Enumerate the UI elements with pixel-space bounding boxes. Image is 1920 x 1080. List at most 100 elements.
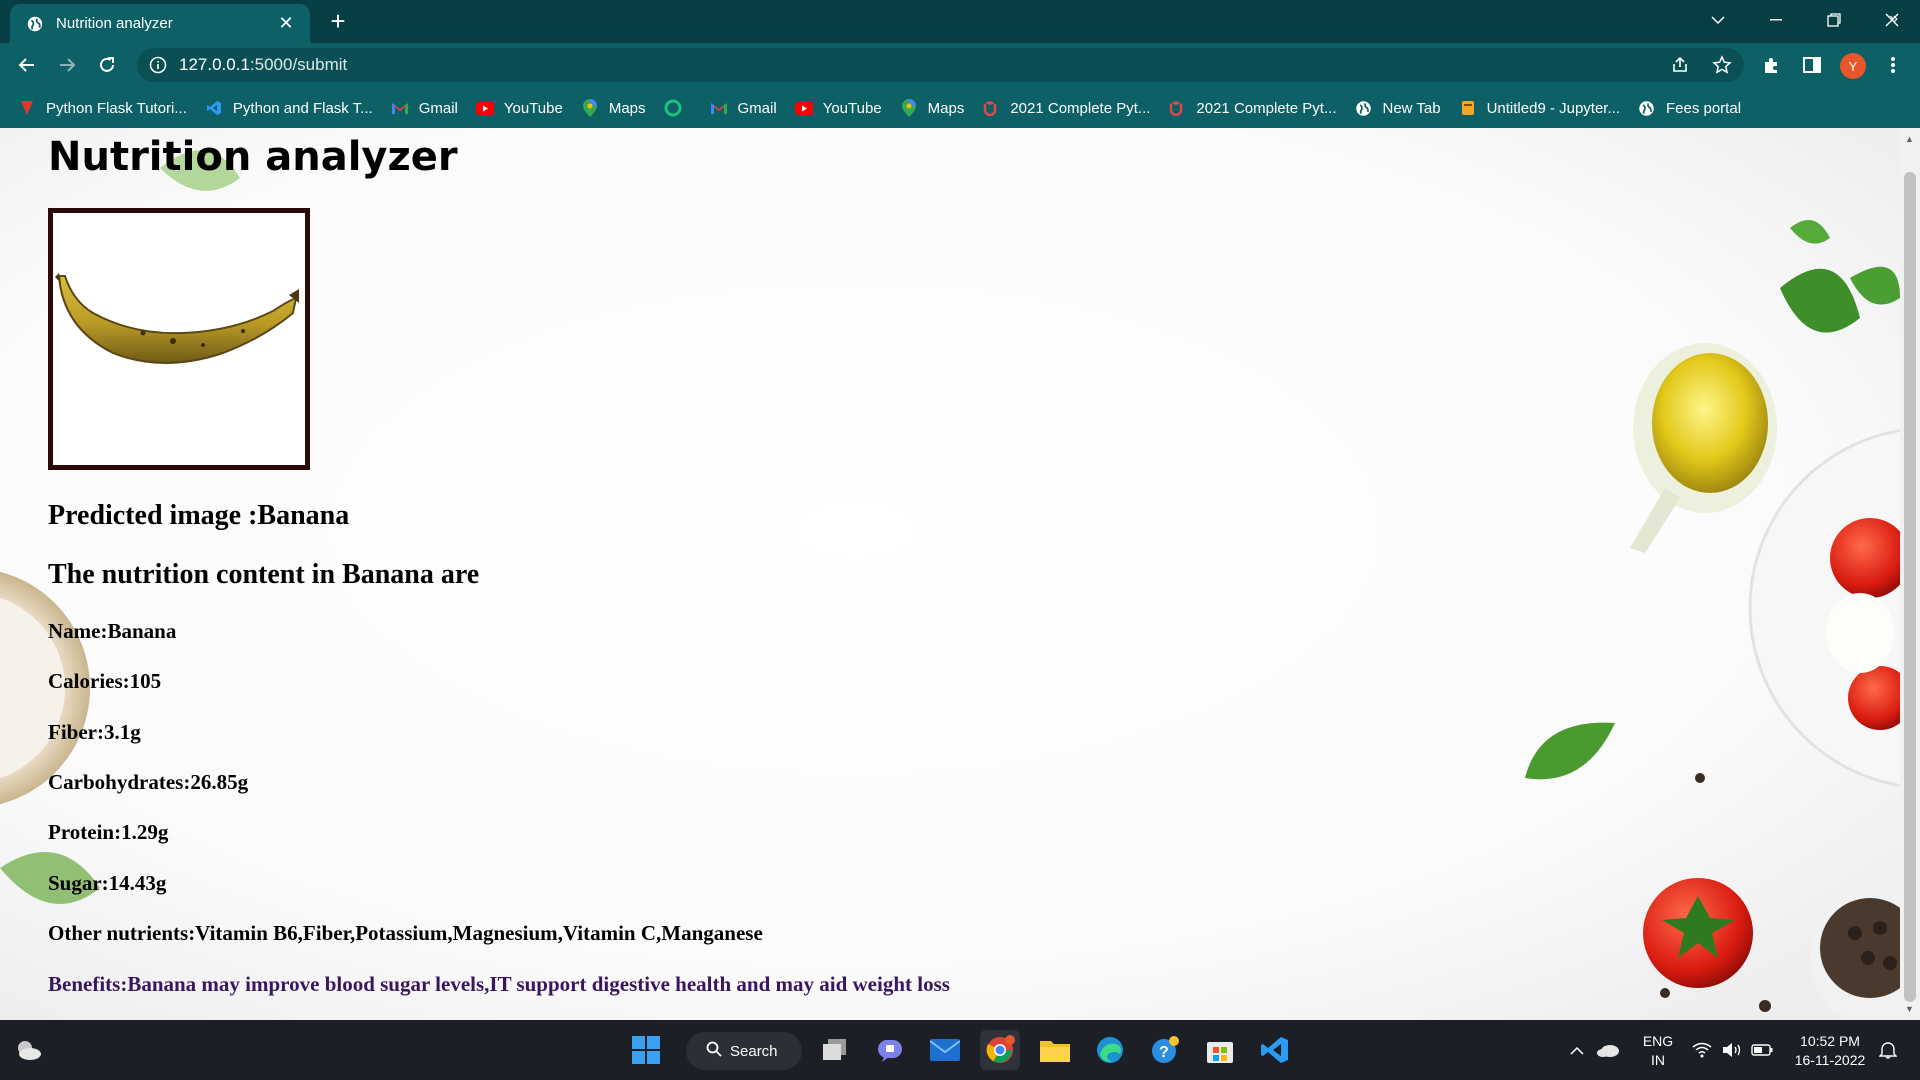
- profile-avatar[interactable]: Y: [1840, 53, 1866, 79]
- bookmark-label: YouTube: [822, 99, 882, 117]
- restore-button[interactable]: [1806, 0, 1862, 40]
- edge-icon[interactable]: [1090, 1030, 1130, 1070]
- youtube-icon: [794, 99, 813, 117]
- menu-kebab-icon[interactable]: [1879, 51, 1907, 79]
- reload-button[interactable]: [91, 49, 123, 81]
- region-label: IN: [1651, 1052, 1665, 1068]
- banana-image: [55, 273, 299, 364]
- globe-icon: [1354, 99, 1372, 117]
- flask-tutorial-icon: [18, 99, 36, 117]
- bookmark-label: 2021 Complete Pyt...: [1196, 99, 1337, 117]
- bookmark-item[interactable]: Maps: [581, 99, 646, 117]
- bookmark-item[interactable]: Python and Flask T...: [205, 99, 373, 117]
- bookmark-item[interactable]: YouTube: [475, 99, 563, 117]
- nutrient-name: Name:Banana: [48, 619, 177, 643]
- bookmark-label: New Tab: [1382, 99, 1441, 117]
- windows-taskbar: Search ? ENG IN 10:52 PM 16-11-2022: [0, 1020, 1920, 1080]
- vscode-icon: [205, 99, 223, 117]
- page-title: Nutrition analyzer: [48, 134, 458, 180]
- teams-chat-icon[interactable]: [870, 1030, 910, 1070]
- language-indicator[interactable]: ENG IN: [1636, 1032, 1680, 1070]
- bookmark-item[interactable]: Python Flask Tutori...: [18, 99, 187, 117]
- bookmark-item[interactable]: YouTube: [794, 99, 882, 117]
- bookmark-item[interactable]: [664, 99, 692, 117]
- forward-button[interactable]: [51, 49, 83, 81]
- nutrient-fiber: Fiber:3.1g: [48, 720, 141, 744]
- vscode-icon[interactable]: [1255, 1030, 1295, 1070]
- page-scrollbar[interactable]: ▲ ▼: [1900, 128, 1920, 1020]
- address-bar[interactable]: 127.0.0.1:5000/submit: [137, 48, 1744, 82]
- wifi-icon[interactable]: [1688, 1030, 1716, 1070]
- windows-start-icon[interactable]: [626, 1030, 666, 1070]
- file-explorer-icon[interactable]: [1035, 1030, 1075, 1070]
- tab-nutrition-analyzer[interactable]: Nutrition analyzer ✕: [10, 4, 310, 43]
- chrome-taskbar-icon[interactable]: [980, 1030, 1020, 1070]
- bookmark-item[interactable]: 2021 Complete Pyt...: [1168, 99, 1336, 117]
- bookmarks-bar: Python Flask Tutori... Python and Flask T…: [0, 88, 1920, 128]
- benefits-text: Benefits:Banana may improve blood sugar …: [48, 972, 950, 996]
- bookmark-star-icon[interactable]: [1708, 51, 1736, 79]
- language-label: ENG: [1642, 1033, 1674, 1049]
- tab-title: Nutrition analyzer: [56, 15, 173, 32]
- taskbar-search[interactable]: Search: [686, 1032, 802, 1070]
- bookmark-label: Python and Flask T...: [232, 99, 373, 117]
- new-tab-button[interactable]: +: [323, 6, 353, 36]
- minimize-button[interactable]: [1748, 0, 1804, 40]
- tray-chevron-up-icon[interactable]: [1565, 1030, 1589, 1070]
- bookmark-item[interactable]: 2021 Complete Pyt...: [982, 99, 1150, 117]
- globe-icon: [27, 16, 43, 31]
- extensions-puzzle-icon[interactable]: [1758, 51, 1786, 79]
- share-icon[interactable]: [1666, 51, 1694, 79]
- bookmark-item[interactable]: Fees portal: [1638, 99, 1741, 117]
- bookmark-item[interactable]: Gmail: [391, 99, 458, 117]
- scrollbar-thumb[interactable]: [1904, 172, 1916, 1002]
- arrow-left-icon: [18, 58, 34, 72]
- maps-icon: [900, 99, 918, 117]
- youtube-icon: [475, 99, 494, 117]
- bookmark-label: Maps: [927, 99, 965, 117]
- mail-icon[interactable]: [925, 1030, 965, 1070]
- udemy-icon: [982, 99, 1000, 117]
- browser-toolbar: 127.0.0.1:5000/submit Y: [0, 43, 1920, 88]
- search-icon: [706, 1041, 722, 1061]
- onedrive-icon[interactable]: [1592, 1030, 1624, 1070]
- green-circle-icon: [664, 99, 682, 117]
- volume-icon[interactable]: [1718, 1030, 1746, 1070]
- nutrient-sugar: Sugar:14.43g: [48, 871, 167, 895]
- nutrient-calories: Calories:105: [48, 669, 162, 693]
- udemy-icon: [1168, 99, 1186, 117]
- gmail-icon: [391, 99, 409, 117]
- bookmark-item[interactable]: Gmail: [710, 99, 777, 117]
- scroll-up-arrow-icon[interactable]: ▲: [1905, 134, 1914, 144]
- bookmarks-overflow-icon[interactable]: »: [1889, 10, 1898, 28]
- task-view-icon[interactable]: [815, 1030, 855, 1070]
- microsoft-store-icon[interactable]: [1200, 1030, 1240, 1070]
- weather-widget-icon[interactable]: [8, 1030, 48, 1070]
- reload-icon: [100, 57, 114, 72]
- get-help-icon[interactable]: ?: [1145, 1030, 1185, 1070]
- clock[interactable]: 10:52 PM 16-11-2022: [1790, 1032, 1870, 1070]
- page-viewport: Nutrition analyzer Predicted image:Bana…: [0, 128, 1900, 1020]
- battery-icon[interactable]: [1748, 1030, 1776, 1070]
- back-button[interactable]: [11, 49, 43, 81]
- globe-icon: [1638, 99, 1656, 117]
- bookmark-item[interactable]: Untitled9 - Jupyter...: [1459, 99, 1620, 117]
- bookmark-label: Fees portal: [1665, 99, 1742, 117]
- bookmark-label: 2021 Complete Pyt...: [1010, 99, 1151, 117]
- scroll-down-arrow-icon[interactable]: ▼: [1905, 1004, 1914, 1014]
- search-label: Search: [730, 1042, 778, 1060]
- notifications-icon[interactable]: [1872, 1030, 1904, 1070]
- bookmark-item[interactable]: Maps: [900, 99, 965, 117]
- tab-close-icon[interactable]: ✕: [276, 13, 296, 34]
- gmail-icon: [710, 99, 728, 117]
- side-panel-icon[interactable]: [1798, 51, 1826, 79]
- tab-search-chevron-icon[interactable]: [1690, 0, 1746, 40]
- bookmark-label: Gmail: [737, 99, 777, 117]
- site-info-icon[interactable]: [149, 56, 167, 74]
- bookmark-label: YouTube: [503, 99, 563, 117]
- clock-time: 10:52 PM: [1800, 1033, 1860, 1049]
- clock-date: 16-11-2022: [1794, 1052, 1866, 1068]
- uploaded-image-frame: [48, 208, 310, 470]
- bookmark-item[interactable]: New Tab: [1354, 99, 1441, 117]
- bookmark-label: Python Flask Tutori...: [46, 99, 187, 117]
